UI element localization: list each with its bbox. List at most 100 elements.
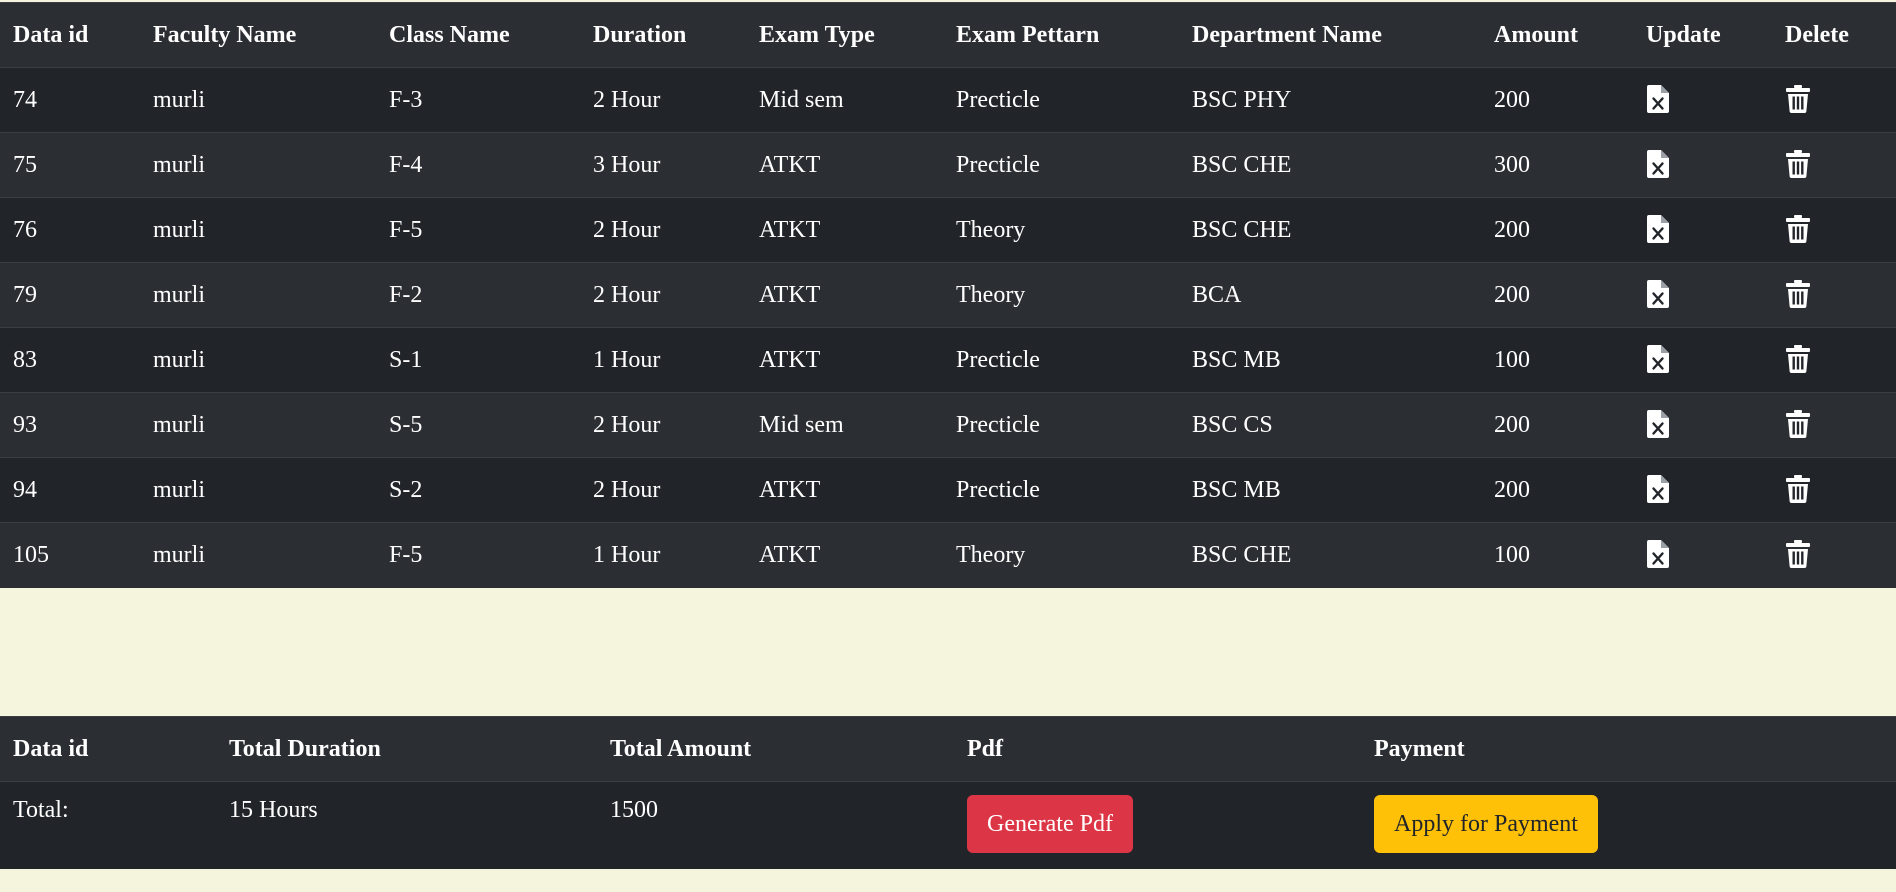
cell-exam-type: ATKT bbox=[746, 327, 943, 393]
cell-delete bbox=[1772, 262, 1896, 328]
delete-trash-icon[interactable] bbox=[1786, 280, 1812, 310]
update-file-icon[interactable] bbox=[1647, 345, 1673, 375]
column-header-department-name: Department Name bbox=[1179, 2, 1481, 68]
cell-exam-pattern: Precticle bbox=[943, 327, 1179, 393]
cell-update bbox=[1633, 197, 1772, 263]
column-header-data-id: Data id bbox=[0, 2, 140, 68]
cell-amount: 200 bbox=[1481, 262, 1633, 328]
update-file-icon[interactable] bbox=[1647, 410, 1673, 440]
column-header-amount: Amount bbox=[1481, 2, 1633, 68]
cell-exam-type: Mid sem bbox=[746, 67, 943, 133]
column-header-faculty-name: Faculty Name bbox=[140, 2, 376, 68]
delete-trash-icon[interactable] bbox=[1786, 475, 1812, 505]
cell-update bbox=[1633, 392, 1772, 458]
table-row: 83 murli S-1 1 Hour ATKT Precticle BSC MB 100 bbox=[0, 327, 1896, 393]
cell-class-name: F-5 bbox=[376, 197, 580, 263]
cell-duration: 1 Hour bbox=[580, 522, 746, 588]
cell-exam-pattern: Theory bbox=[943, 262, 1179, 328]
summary-header-total-amount: Total Amount bbox=[597, 716, 954, 782]
column-header-delete: Delete bbox=[1772, 2, 1896, 68]
cell-amount: 300 bbox=[1481, 132, 1633, 198]
summary-header-payment: Payment bbox=[1361, 716, 1896, 782]
delete-trash-icon[interactable] bbox=[1786, 215, 1812, 245]
cell-exam-pattern: Precticle bbox=[943, 457, 1179, 523]
cell-class-name: F-4 bbox=[376, 132, 580, 198]
table-header-row: Data id Faculty Name Class Name Duration… bbox=[0, 2, 1896, 68]
summary-total-row: Total: 15 Hours 1500 Generate Pdf Apply … bbox=[0, 781, 1896, 869]
cell-class-name: S-1 bbox=[376, 327, 580, 393]
cell-data-id: 93 bbox=[0, 392, 140, 458]
total-label: Total: bbox=[0, 781, 216, 869]
cell-data-id: 105 bbox=[0, 522, 140, 588]
summary-header-total-duration: Total Duration bbox=[216, 716, 597, 782]
table-row: 79 murli F-2 2 Hour ATKT Theory BCA 200 bbox=[0, 262, 1896, 328]
cell-amount: 200 bbox=[1481, 197, 1633, 263]
update-file-icon[interactable] bbox=[1647, 85, 1673, 115]
total-duration-value: 15 Hours bbox=[216, 781, 597, 869]
update-file-icon[interactable] bbox=[1647, 150, 1673, 180]
cell-delete bbox=[1772, 132, 1896, 198]
cell-duration: 2 Hour bbox=[580, 262, 746, 328]
cell-amount: 200 bbox=[1481, 392, 1633, 458]
cell-exam-type: ATKT bbox=[746, 132, 943, 198]
cell-delete bbox=[1772, 327, 1896, 393]
cell-exam-type: Mid sem bbox=[746, 392, 943, 458]
cell-update bbox=[1633, 67, 1772, 133]
table-row: 75 murli F-4 3 Hour ATKT Precticle BSC CHE 300 bbox=[0, 132, 1896, 198]
column-header-class-name: Class Name bbox=[376, 2, 580, 68]
cell-duration: 2 Hour bbox=[580, 67, 746, 133]
cell-duration: 3 Hour bbox=[580, 132, 746, 198]
cell-update bbox=[1633, 132, 1772, 198]
cell-duration: 2 Hour bbox=[580, 457, 746, 523]
cell-data-id: 76 bbox=[0, 197, 140, 263]
cell-duration: 2 Hour bbox=[580, 197, 746, 263]
cell-amount: 200 bbox=[1481, 457, 1633, 523]
cell-amount: 200 bbox=[1481, 67, 1633, 133]
cell-data-id: 74 bbox=[0, 67, 140, 133]
cell-faculty-name: murli bbox=[140, 67, 376, 133]
cell-faculty-name: murli bbox=[140, 457, 376, 523]
cell-department-name: BSC PHY bbox=[1179, 67, 1481, 133]
cell-department-name: BSC CHE bbox=[1179, 132, 1481, 198]
delete-trash-icon[interactable] bbox=[1786, 410, 1812, 440]
payment-cell: Apply for Payment bbox=[1361, 781, 1896, 869]
cell-exam-pattern: Precticle bbox=[943, 392, 1179, 458]
cell-data-id: 83 bbox=[0, 327, 140, 393]
delete-trash-icon[interactable] bbox=[1786, 540, 1812, 570]
apply-for-payment-button[interactable]: Apply for Payment bbox=[1374, 795, 1598, 853]
cell-department-name: BSC CHE bbox=[1179, 522, 1481, 588]
cell-faculty-name: murli bbox=[140, 392, 376, 458]
summary-table: Data id Total Duration Total Amount Pdf … bbox=[0, 716, 1896, 869]
cell-exam-pattern: Precticle bbox=[943, 67, 1179, 133]
update-file-icon[interactable] bbox=[1647, 215, 1673, 245]
cell-faculty-name: murli bbox=[140, 522, 376, 588]
faculty-exam-table: Data id Faculty Name Class Name Duration… bbox=[0, 2, 1896, 588]
table-row: 93 murli S-5 2 Hour Mid sem Precticle BSC CS 20… bbox=[0, 392, 1896, 458]
delete-trash-icon[interactable] bbox=[1786, 85, 1812, 115]
cell-delete bbox=[1772, 522, 1896, 588]
cell-duration: 2 Hour bbox=[580, 392, 746, 458]
cell-update bbox=[1633, 327, 1772, 393]
cell-delete bbox=[1772, 67, 1896, 133]
table-body: 74 murli F-3 2 Hour Mid sem Precticle BSC PHY 2… bbox=[0, 67, 1896, 588]
cell-amount: 100 bbox=[1481, 327, 1633, 393]
generate-pdf-button[interactable]: Generate Pdf bbox=[967, 795, 1133, 853]
summary-header-pdf: Pdf bbox=[954, 716, 1361, 782]
column-header-update: Update bbox=[1633, 2, 1772, 68]
table-row: 76 murli F-5 2 Hour ATKT Theory BSC CHE 200 bbox=[0, 197, 1896, 263]
update-file-icon[interactable] bbox=[1647, 540, 1673, 570]
page-bottom-strip bbox=[0, 888, 1896, 892]
cell-faculty-name: murli bbox=[140, 132, 376, 198]
cell-department-name: BSC CHE bbox=[1179, 197, 1481, 263]
cell-data-id: 75 bbox=[0, 132, 140, 198]
total-amount-value: 1500 bbox=[597, 781, 954, 869]
delete-trash-icon[interactable] bbox=[1786, 345, 1812, 375]
cell-faculty-name: murli bbox=[140, 262, 376, 328]
cell-class-name: S-2 bbox=[376, 457, 580, 523]
cell-exam-type: ATKT bbox=[746, 522, 943, 588]
delete-trash-icon[interactable] bbox=[1786, 150, 1812, 180]
table-row: 94 murli S-2 2 Hour ATKT Precticle BSC MB 200 bbox=[0, 457, 1896, 523]
update-file-icon[interactable] bbox=[1647, 475, 1673, 505]
cell-delete bbox=[1772, 197, 1896, 263]
update-file-icon[interactable] bbox=[1647, 280, 1673, 310]
